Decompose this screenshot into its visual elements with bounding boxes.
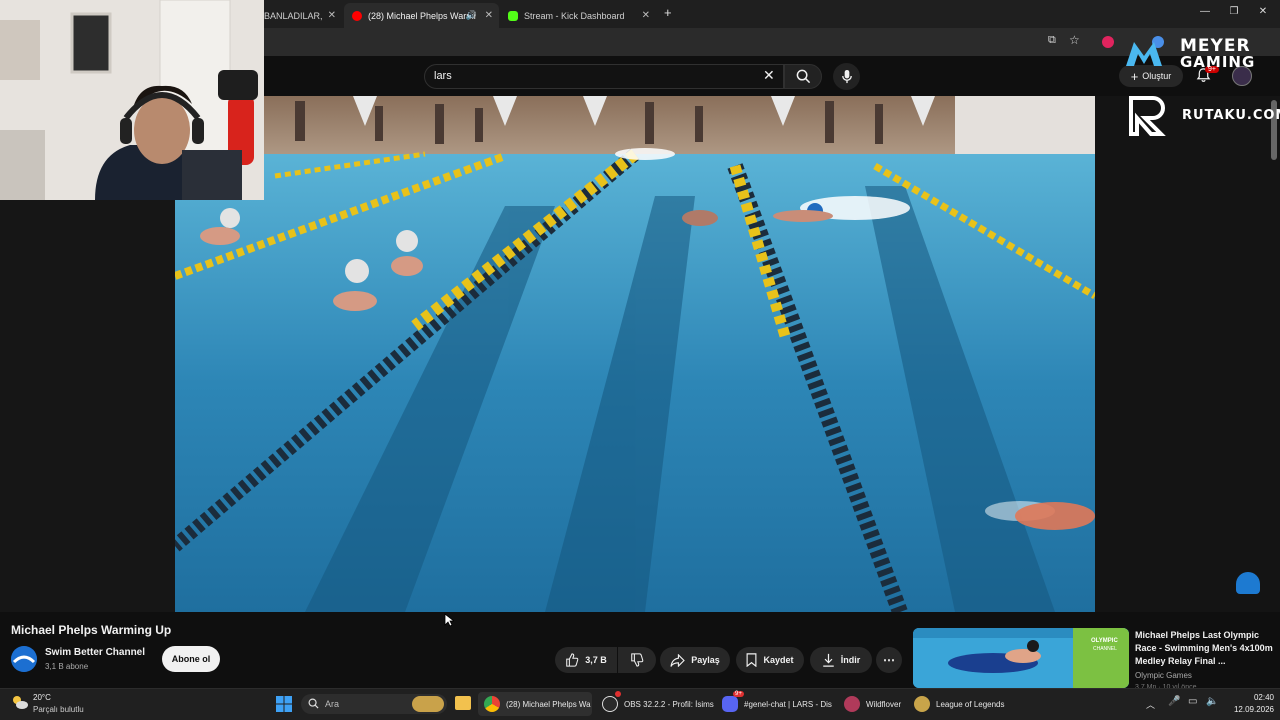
meyer-gaming-logo-icon	[1126, 42, 1162, 66]
more-icon: ⋯	[883, 653, 895, 667]
save-label: Kaydet	[763, 655, 794, 665]
taskbar-app-wildflover[interactable]: Wildflover	[844, 692, 908, 716]
taskbar-app-label: OBS 32.2.2 - Profil: İsims	[624, 699, 714, 709]
channel-subscribers: 3,1 B abone	[45, 662, 89, 671]
like-button[interactable]: 3,7 B	[555, 647, 617, 673]
plus-icon: +	[1130, 68, 1139, 84]
league-of-legends-icon	[914, 696, 930, 712]
like-count: 3,7 B	[585, 655, 607, 665]
taskbar-app-chrome[interactable]: (28) Michael Phelps Wa	[478, 692, 592, 716]
taskbar-clock-date[interactable]: 12.09.2026	[1228, 705, 1274, 714]
thumbs-down-icon	[631, 653, 644, 667]
recording-indicator-icon	[615, 691, 621, 697]
download-label: İndir	[840, 655, 861, 665]
tab-label: (28) Michael Phelps Warmi	[368, 10, 476, 21]
video-title: Michael Phelps Warming Up	[11, 623, 172, 637]
taskbar-app-league[interactable]: League of Legends	[914, 692, 1010, 716]
create-button[interactable]: + Oluştur	[1119, 65, 1183, 87]
bookmark-star-icon[interactable]: ☆	[1069, 33, 1080, 47]
discord-icon	[722, 696, 738, 712]
streamer-webcam-image	[0, 0, 264, 200]
browser-tab-banladilar[interactable]: BANLADILAR, ✕	[256, 3, 342, 28]
tray-volume-icon[interactable]: 🔈	[1206, 696, 1218, 707]
youtube-favicon-icon	[352, 10, 362, 21]
video-frame-image	[175, 96, 1095, 612]
minimize-window-icon[interactable]: —	[1190, 6, 1220, 17]
windows-start-icon[interactable]	[276, 696, 292, 712]
taskbar-clock-time[interactable]: 02:40	[1238, 693, 1274, 702]
search-input-value: lars	[434, 70, 452, 82]
olympic-channel-logo: OLYMPIC	[1091, 638, 1118, 644]
close-tab-icon[interactable]: ✕	[328, 10, 336, 21]
left-backdrop	[0, 200, 175, 612]
share-button[interactable]: Paylaş	[660, 647, 730, 673]
download-button[interactable]: İndir	[810, 647, 872, 673]
install-app-icon[interactable]: ⧉	[1048, 34, 1056, 47]
clear-search-icon[interactable]: ✕	[763, 67, 775, 84]
close-window-icon[interactable]: ✕	[1248, 6, 1278, 17]
tray-microphone-icon[interactable]: 🎤	[1168, 696, 1180, 707]
search-button[interactable]	[784, 64, 822, 89]
tab-label: BANLADILAR,	[264, 10, 323, 21]
browser-tab-kick[interactable]: Stream - Kick Dashboard ✕	[500, 3, 656, 28]
search-highlight-icon	[412, 696, 444, 712]
taskbar-app-label: #genel-chat | LARS - Dis	[744, 699, 832, 709]
thumbs-up-icon	[566, 653, 579, 667]
subscribe-button[interactable]: Abone ol	[162, 646, 220, 672]
taskbar-app-label: (28) Michael Phelps Wa	[506, 699, 591, 709]
kick-favicon-icon	[508, 10, 518, 21]
taskbar-search-icon	[308, 698, 319, 709]
video-player[interactable]	[175, 96, 1095, 612]
obs-icon	[602, 696, 618, 712]
taskbar-app-label: League of Legends	[936, 699, 1005, 709]
file-explorer-icon[interactable]	[455, 696, 471, 710]
save-button[interactable]: Kaydet	[736, 647, 804, 673]
weather-description: Parçalı bulutlu	[33, 705, 84, 714]
search-icon	[796, 69, 810, 84]
taskbar-app-label: Wildflover	[866, 699, 902, 709]
tab-label: Stream - Kick Dashboard	[524, 10, 625, 21]
brand-name-line2: GAMING	[1180, 53, 1256, 71]
channel-avatar-image	[11, 646, 37, 672]
tray-chevron-up-icon[interactable]: ︿	[1146, 698, 1155, 711]
rutaku-logo-icon	[1129, 96, 1166, 136]
voice-search-button[interactable]	[833, 63, 860, 90]
webcam-overlay	[0, 0, 264, 200]
tray-network-icon[interactable]: ▭	[1188, 696, 1197, 707]
recommended-channel-name: Olympic Games	[1135, 671, 1192, 680]
right-backdrop	[1095, 96, 1280, 612]
extension-icon[interactable]	[1102, 36, 1114, 48]
restore-window-icon[interactable]: ❐	[1219, 6, 1249, 17]
recommendation-thumbnail-image	[913, 628, 1129, 688]
taskbar-search-placeholder: Ara	[325, 699, 340, 709]
new-tab-button[interactable]: +	[664, 5, 672, 20]
speaker-icon[interactable]: 🔊	[466, 10, 477, 21]
channel-avatar[interactable]	[11, 646, 37, 672]
more-actions-button[interactable]: ⋯	[876, 647, 902, 673]
close-tab-icon[interactable]: ✕	[642, 10, 650, 21]
download-icon	[823, 653, 834, 667]
microphone-icon	[841, 69, 852, 84]
dislike-button[interactable]	[618, 647, 656, 673]
browser-tab-youtube[interactable]: (28) Michael Phelps Warmi 🔊 ✕	[344, 3, 499, 28]
recommended-video-thumbnail[interactable]: OLYMPIC CHANNEL	[913, 628, 1129, 688]
streamer-mascot-icon	[1236, 572, 1260, 594]
recommended-video-title[interactable]: Michael Phelps Last Olympic Race - Swimm…	[1135, 629, 1275, 668]
chrome-icon	[484, 696, 500, 712]
mouse-cursor-icon	[444, 613, 454, 627]
create-label: Oluştur	[1142, 71, 1172, 81]
close-tab-icon[interactable]: ✕	[485, 10, 493, 21]
wildflover-icon	[844, 696, 860, 712]
olympic-channel-logo-sub: CHANNEL	[1093, 646, 1117, 652]
search-input[interactable]	[424, 64, 784, 89]
sponsor-text: RUTAKU.COM	[1182, 108, 1280, 123]
channel-name[interactable]: Swim Better Channel	[45, 647, 145, 658]
share-label: Paylaş	[691, 655, 720, 665]
weather-partly-cloudy-icon	[13, 696, 28, 709]
bookmark-icon	[747, 653, 757, 667]
discord-badge: 9+	[733, 691, 744, 697]
share-icon	[670, 653, 686, 667]
weather-temperature[interactable]: 20°C	[33, 693, 51, 702]
